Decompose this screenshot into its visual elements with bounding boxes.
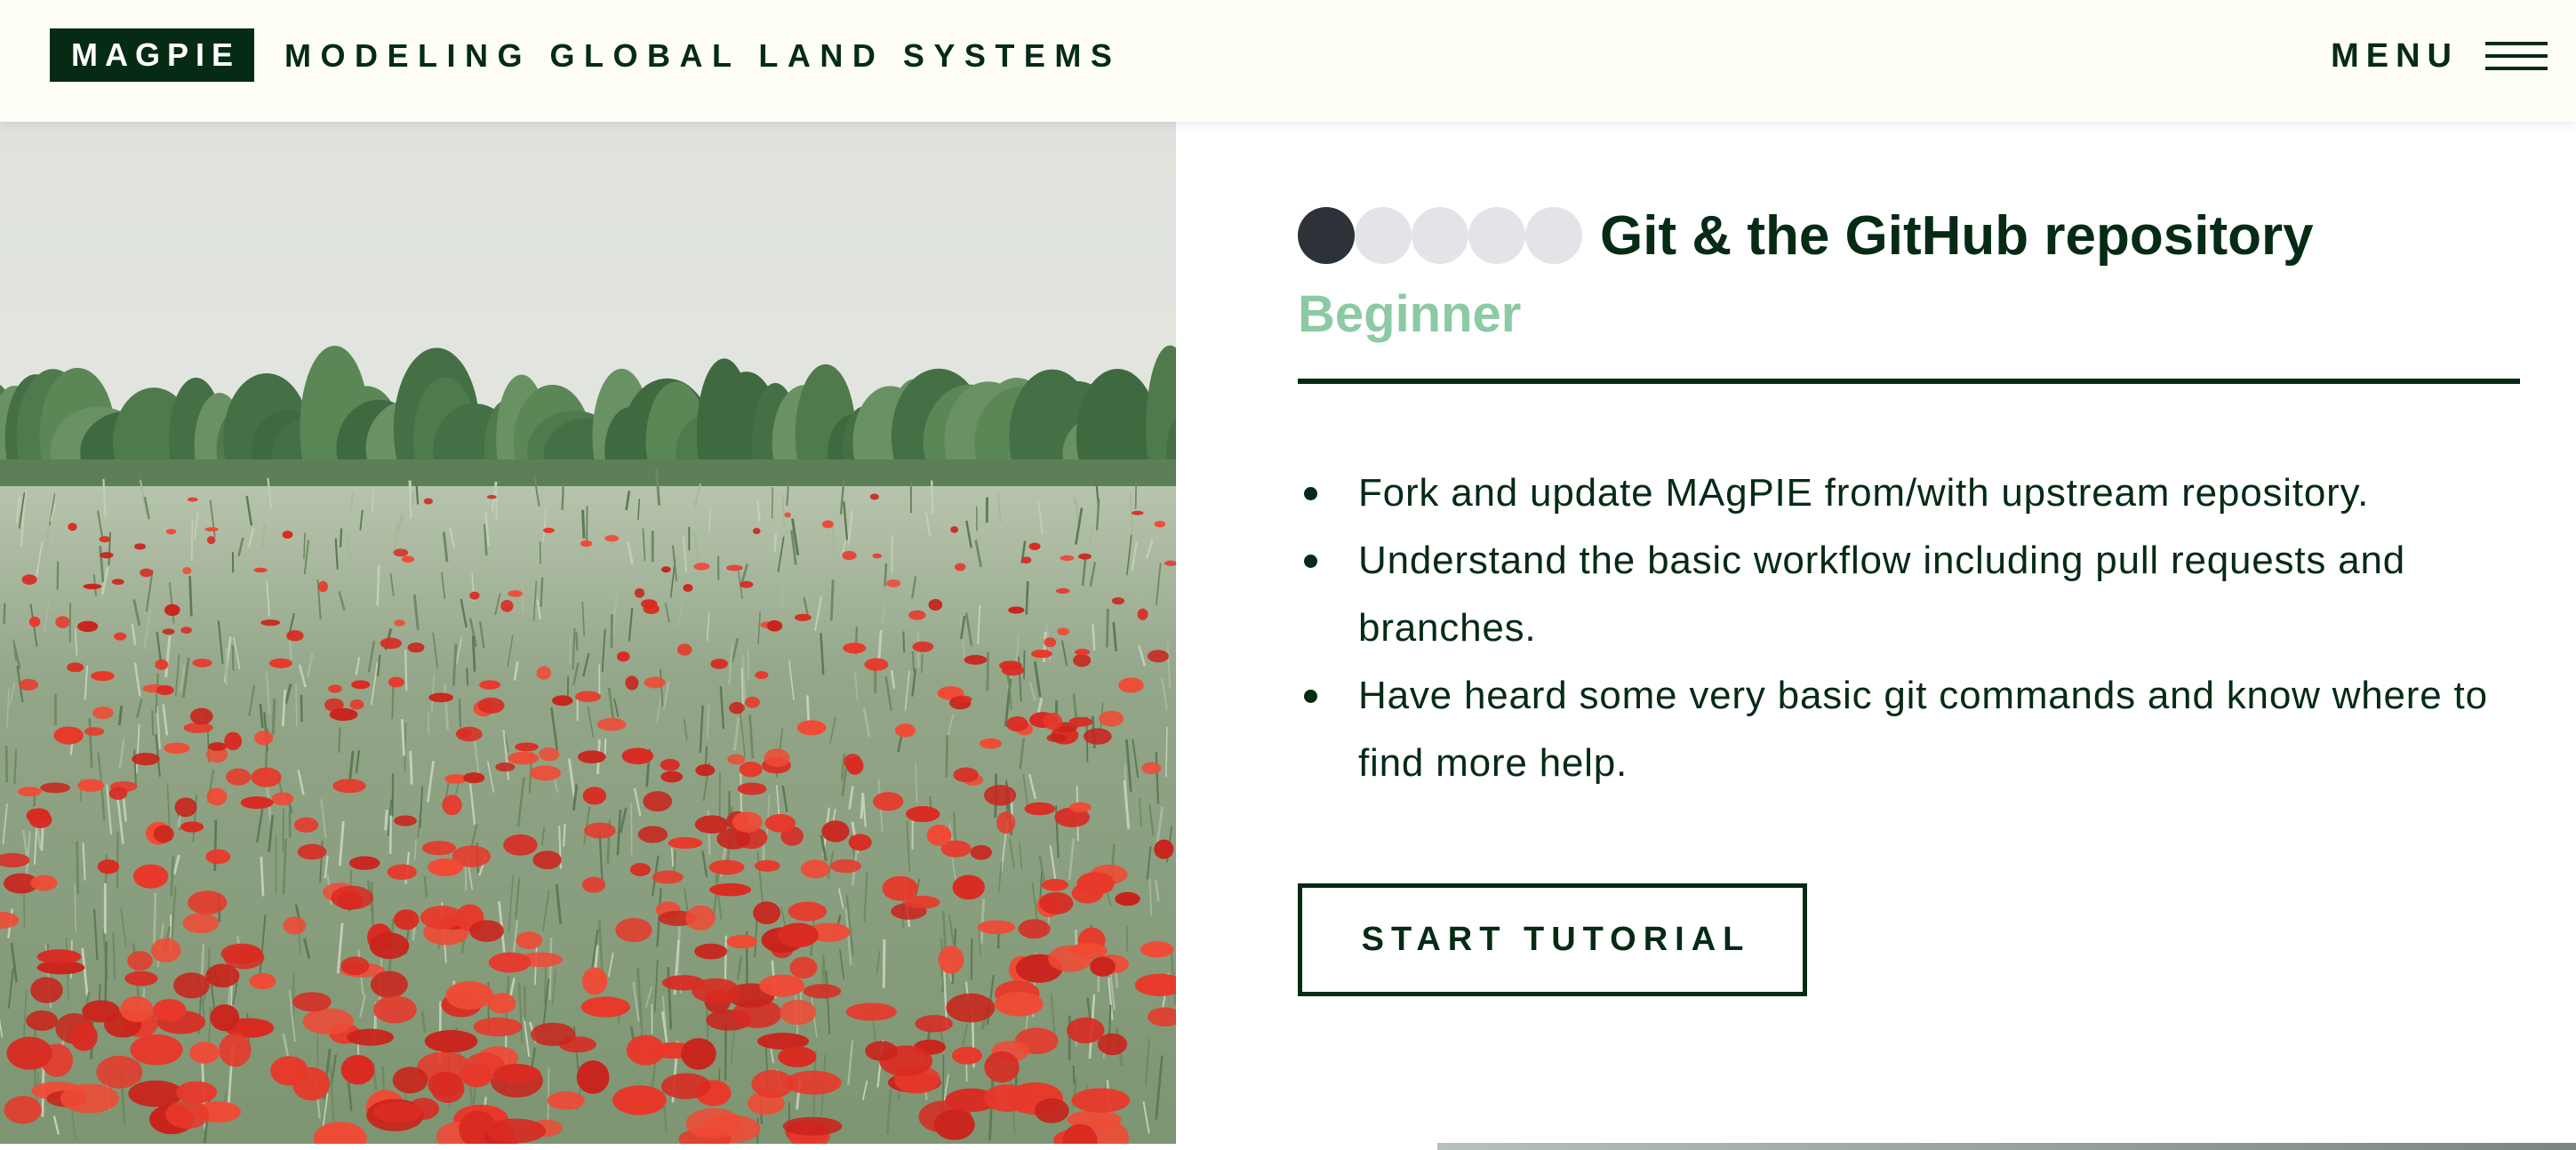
- learning-goal-item: Fork and update MAgPIE from/with upstrea…: [1298, 459, 2489, 527]
- learning-goals-list: Fork and update MAgPIE from/with upstrea…: [1298, 459, 2489, 797]
- tutorial-title: Git & the GitHub repository: [1600, 204, 2314, 267]
- site-tagline: MODELING GLOBAL LAND SYSTEMS: [284, 37, 1122, 74]
- difficulty-rating: [1298, 207, 1582, 264]
- poppy-field-image: [0, 122, 1176, 1144]
- title-divider: [1298, 379, 2520, 384]
- menu-button[interactable]: MENU: [2331, 30, 2548, 82]
- learning-goal-text: Have heard some very basic git commands …: [1358, 674, 2488, 785]
- rating-dot-empty: [1525, 207, 1582, 264]
- difficulty-level-label: Beginner: [1298, 285, 1522, 343]
- start-tutorial-button[interactable]: START TUTORIAL: [1298, 883, 1807, 996]
- magpie-logo[interactable]: MAGPIE: [50, 28, 254, 82]
- hamburger-icon: [2485, 42, 2548, 70]
- bullet-icon: [1304, 555, 1317, 568]
- learning-goal-item: Have heard some very basic git commands …: [1298, 662, 2489, 797]
- learning-goal-text: Understand the basic workflow including …: [1358, 539, 2406, 650]
- next-card-image-edge: [1437, 1143, 2576, 1150]
- tutorial-card: Git & the GitHub repository Beginner For…: [1298, 122, 2520, 1150]
- rating-dot-empty: [1355, 207, 1412, 264]
- site-header: MAGPIE MODELING GLOBAL LAND SYSTEMS MENU: [0, 0, 2576, 122]
- rating-dot-empty: [1412, 207, 1468, 264]
- menu-label: MENU: [2331, 36, 2459, 75]
- rating-dot-filled: [1298, 207, 1355, 264]
- bullet-icon: [1304, 690, 1317, 703]
- learning-goal-item: Understand the basic workflow including …: [1298, 527, 2489, 662]
- tutorial-title-row: Git & the GitHub repository: [1298, 193, 2314, 278]
- learning-goal-text: Fork and update MAgPIE from/with upstrea…: [1358, 471, 2370, 515]
- bullet-icon: [1304, 487, 1317, 500]
- rating-dot-empty: [1468, 207, 1525, 264]
